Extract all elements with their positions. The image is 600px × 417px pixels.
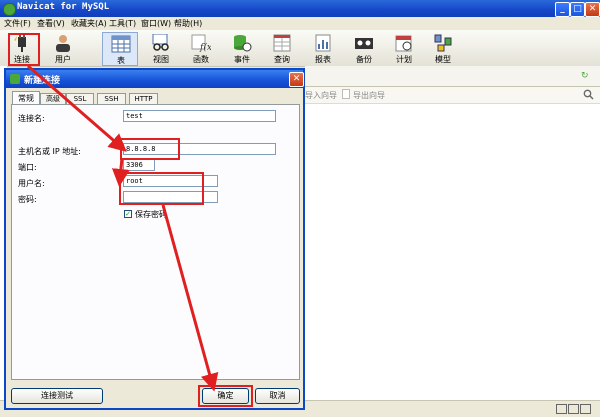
arrow-connect-to-host: [27, 64, 127, 152]
arrow-user-to-ok: [161, 204, 219, 392]
arrow-host-to-user: [111, 157, 130, 187]
tutorial-arrows: [27, 64, 219, 392]
